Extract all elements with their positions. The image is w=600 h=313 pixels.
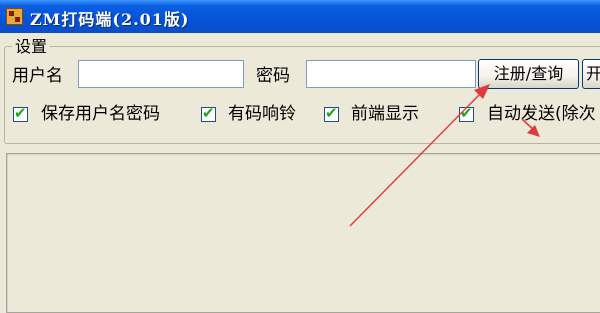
captcha-display-panel	[6, 153, 600, 313]
auto-send-label[interactable]: 自动发送(除次	[487, 104, 596, 124]
sound-on-code-label[interactable]: 有码响铃	[228, 104, 296, 124]
check-icon: ✔	[14, 104, 27, 122]
window-title: ZM打码端(2.01版)	[30, 10, 190, 29]
settings-group-label: 设置	[12, 38, 51, 56]
sound-on-code-checkbox[interactable]: ✔	[201, 104, 216, 122]
register-query-button[interactable]: 注册/查询	[478, 59, 579, 89]
show-on-top-checkbox[interactable]: ✔	[324, 104, 339, 122]
password-input[interactable]	[306, 60, 476, 88]
username-input[interactable]	[78, 60, 244, 88]
username-label: 用户名	[12, 66, 63, 86]
title-bar[interactable]: ZM打码端(2.01版)	[0, 0, 600, 33]
app-icon	[6, 8, 23, 25]
save-credentials-label[interactable]: 保存用户名密码	[41, 104, 160, 124]
show-on-top-label[interactable]: 前端显示	[351, 104, 419, 124]
check-icon: ✔	[202, 104, 215, 122]
save-credentials-checkbox[interactable]: ✔	[13, 104, 28, 122]
start-button[interactable]: 开	[582, 59, 600, 89]
password-label: 密码	[256, 66, 290, 86]
check-icon: ✔	[460, 104, 473, 122]
auto-send-checkbox[interactable]: ✔	[459, 104, 474, 122]
check-icon: ✔	[325, 104, 338, 122]
